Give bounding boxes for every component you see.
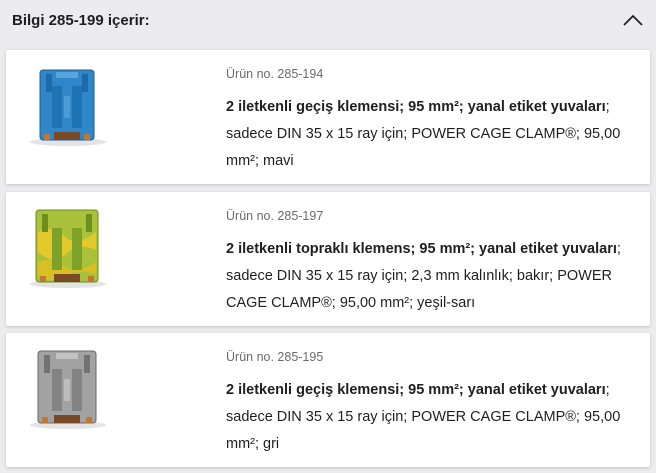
accordion-header[interactable]: Bilgi 285-199 içerir:: [0, 0, 656, 40]
product-image: [30, 350, 106, 429]
product-title: 2 iletkenli topraklı klemens; 95 mm²; ya…: [226, 241, 617, 257]
product-description[interactable]: 2 iletkenli geçiş klemensi; 95 mm²; yana…: [226, 94, 636, 175]
chevron-up-icon[interactable]: [622, 13, 644, 27]
product-title: 2 iletkenli geçiş klemensi; 95 mm²; yana…: [226, 99, 606, 115]
accordion-title: Bilgi 285-199 içerir:: [12, 11, 150, 29]
product-number: Ürün no. 285-195: [226, 350, 324, 364]
product-card[interactable]: Ürün no. 285-195 2 iletkenli geçiş kleme…: [6, 333, 650, 467]
product-description[interactable]: 2 iletkenli topraklı klemens; 95 mm²; ya…: [226, 236, 636, 317]
product-image: [30, 69, 106, 146]
product-card[interactable]: Ürün no. 285-194 2 iletkenli geçiş kleme…: [6, 50, 650, 184]
product-number: Ürün no. 285-194: [226, 67, 324, 81]
product-description[interactable]: 2 iletkenli geçiş klemensi; 95 mm²; yana…: [226, 377, 636, 458]
product-number: Ürün no. 285-197: [226, 209, 324, 223]
product-card[interactable]: Ürün no. 285-197 2 iletkenli topraklı kl…: [6, 192, 650, 326]
product-image: [30, 209, 106, 288]
product-title: 2 iletkenli geçiş klemensi; 95 mm²; yana…: [226, 382, 606, 398]
